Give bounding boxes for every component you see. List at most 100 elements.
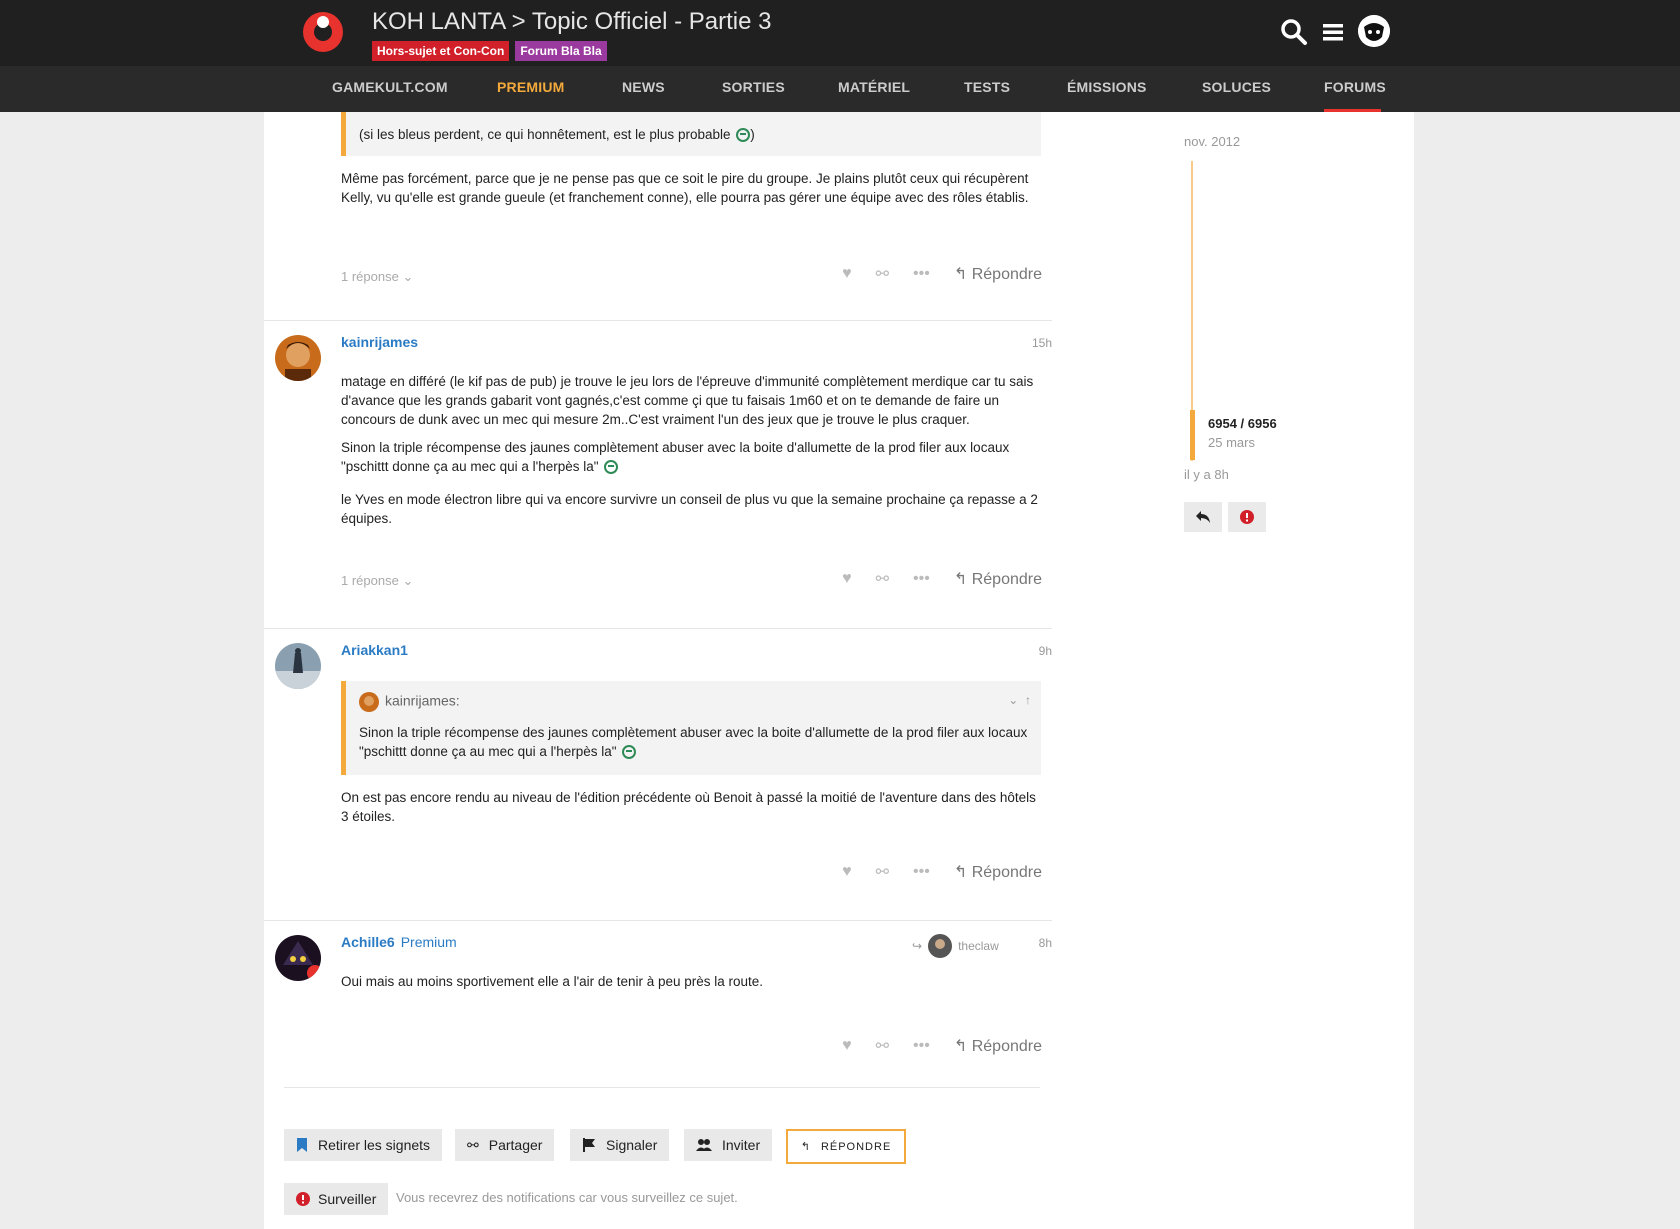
more-icon[interactable]: ••• (913, 265, 930, 283)
reply-button[interactable]: ↰ Répondre (954, 569, 1042, 589)
notification-description: Vous recevrez des notifications car vous… (396, 1190, 738, 1205)
topic-content: (si les bleus perdent, ce qui honnêtemen… (264, 112, 1414, 1229)
quote-avatar (359, 692, 379, 712)
post-time[interactable]: 8h (1039, 936, 1052, 950)
alert-icon (296, 1192, 310, 1206)
post-time[interactable]: 9h (1039, 644, 1052, 658)
tag-forum[interactable]: Forum Bla Bla (515, 41, 607, 61)
post-actions: ♥ ⚯ ••• ↰ Répondre (842, 569, 1042, 589)
share-button[interactable]: ⚯ Partager (455, 1129, 555, 1161)
bookmark-button[interactable]: Retirer les signets (284, 1129, 443, 1161)
chevron-down-icon: ⌄ (402, 269, 414, 284)
post: Ariakkan1 9h kainrijames: ⌄ ↑ Sinon la t… (264, 628, 1052, 920)
nav-gamekult[interactable]: GAMEKULT.COM (332, 79, 448, 95)
grin-emoji-icon (622, 745, 637, 760)
footer-divider (284, 1087, 1040, 1088)
timeline-position: 6954 / 6956 (1208, 416, 1277, 431)
avatar[interactable] (275, 643, 321, 689)
nav-tests[interactable]: TESTS (964, 79, 1010, 95)
nav-materiel[interactable]: MATÉRIEL (838, 79, 910, 95)
invite-button[interactable]: Inviter (684, 1129, 773, 1161)
post-time[interactable]: 15h (1032, 336, 1052, 350)
post-actions: ♥ ⚯ ••• ↰ Répondre (842, 264, 1042, 284)
timeline-handle[interactable] (1190, 410, 1195, 460)
grin-emoji-icon (736, 128, 751, 143)
nav-premium[interactable]: PREMIUM (497, 79, 565, 95)
bookmark-icon (297, 1138, 307, 1152)
quote-header[interactable]: kainrijames: (359, 692, 460, 712)
username[interactable]: Achille6 (341, 934, 395, 950)
reply-button[interactable]: ↰ Répondre (954, 264, 1042, 284)
more-icon[interactable]: ••• (913, 863, 930, 881)
grin-emoji-icon (604, 460, 619, 475)
chevron-down-icon[interactable]: ⌄ (1008, 693, 1018, 707)
reply-button[interactable]: ↰ Répondre (954, 1036, 1042, 1056)
arrow-up-icon[interactable]: ↑ (1025, 693, 1031, 707)
main-nav: GAMEKULT.COM PREMIUM NEWS SORTIES MATÉRI… (0, 66, 1680, 112)
nav-news[interactable]: NEWS (622, 79, 665, 95)
timeline-last-activity[interactable]: il y a 8h (1184, 467, 1229, 482)
avatar[interactable] (275, 335, 321, 381)
post-body-paragraph: matage en différé (le kif pas de pub) je… (341, 374, 1034, 427)
quote-controls: ⌄ ↑ (1008, 693, 1031, 707)
more-icon[interactable]: ••• (913, 570, 930, 588)
hamburger-menu-icon[interactable] (1321, 18, 1349, 46)
username[interactable]: kainrijames (341, 334, 418, 350)
link-icon[interactable]: ⚯ (876, 1036, 889, 1056)
search-icon[interactable] (1280, 18, 1308, 46)
username-with-flair: Achille6 Premium (341, 934, 457, 950)
flag-icon (583, 1138, 595, 1152)
notification-level-button[interactable]: Surveiller (284, 1183, 389, 1215)
topic-tags: Hors-sujet et Con-Con Forum Bla Bla (372, 41, 607, 61)
topic-reply-button[interactable]: ↰ RÉPONDRE (786, 1129, 906, 1164)
post: (si les bleus perdent, ce qui honnêtemen… (264, 112, 1052, 320)
post-quote: (si les bleus perdent, ce qui honnêtemen… (341, 112, 1041, 156)
nav-soluces[interactable]: SOLUCES (1202, 79, 1271, 95)
post: kainrijames 15h matage en différé (le ki… (264, 320, 1052, 628)
reply-to-tab[interactable]: ↪ theclaw (912, 934, 999, 958)
alert-icon (1240, 510, 1254, 524)
timeline-reply-button[interactable] (1184, 502, 1222, 532)
nav-emissions[interactable]: ÉMISSIONS (1067, 79, 1147, 95)
timeline-start-date[interactable]: nov. 2012 (1184, 134, 1240, 149)
reply-icon (1196, 511, 1210, 523)
quote-text: Sinon la triple récompense des jaunes co… (359, 725, 1028, 760)
post-body: On est pas encore rendu au niveau de l'é… (341, 790, 1036, 824)
link-icon[interactable]: ⚯ (876, 862, 889, 882)
replies-toggle[interactable]: 1 réponse ⌄ (341, 573, 413, 589)
more-icon[interactable]: ••• (913, 1037, 930, 1055)
reply-button[interactable]: ↰ Répondre (954, 862, 1042, 882)
reply-icon: ↰ (800, 1141, 811, 1153)
heart-icon[interactable]: ♥ (842, 570, 852, 588)
topic-title[interactable]: KOH LANTA > Topic Officiel - Partie 3 (372, 8, 772, 36)
username[interactable]: Ariakkan1 (341, 642, 408, 658)
user-avatar[interactable] (1358, 15, 1390, 47)
tag-category[interactable]: Hors-sujet et Con-Con (372, 41, 510, 61)
post-quote: kainrijames: ⌄ ↑ Sinon la triple récompe… (341, 681, 1041, 775)
site-logo[interactable] (303, 12, 343, 52)
heart-icon[interactable]: ♥ (842, 1037, 852, 1055)
nav-forums[interactable]: FORUMS (1324, 79, 1386, 95)
heart-icon[interactable]: ♥ (842, 265, 852, 283)
post-body: Même pas forcément, parce que je ne pens… (341, 171, 1029, 205)
replies-toggle[interactable]: 1 réponse ⌄ (341, 269, 413, 285)
link-icon[interactable]: ⚯ (876, 264, 889, 284)
nav-sorties[interactable]: SORTIES (722, 79, 785, 95)
post-body-paragraph: le Yves en mode électron libre qui va en… (341, 492, 1038, 526)
heart-icon[interactable]: ♥ (842, 863, 852, 881)
flag-button[interactable]: Signaler (570, 1129, 670, 1161)
link-icon[interactable]: ⚯ (876, 569, 889, 589)
post-body-paragraph: Sinon la triple récompense des jaunes co… (341, 440, 1010, 475)
avatar[interactable] (275, 935, 321, 981)
quote-text: (si les bleus perdent, ce qui honnêtemen… (359, 127, 755, 143)
reply-to-avatar (928, 934, 953, 958)
post-actions: ♥ ⚯ ••• ↰ Répondre (842, 862, 1042, 882)
chevron-down-icon: ⌄ (402, 573, 414, 588)
timeline-flag-button[interactable] (1228, 502, 1266, 532)
post: Achille6 Premium ↪ theclaw 8h Oui mais au… (264, 920, 1052, 1090)
users-icon (696, 1139, 712, 1151)
post-body: Oui mais au moins sportivement elle a l'… (341, 974, 764, 989)
top-header: KOH LANTA > Topic Officiel - Partie 3 Ho… (0, 0, 1680, 66)
share-arrow-icon: ↪ (912, 939, 923, 953)
timeline-position-date: 25 mars (1208, 435, 1255, 450)
